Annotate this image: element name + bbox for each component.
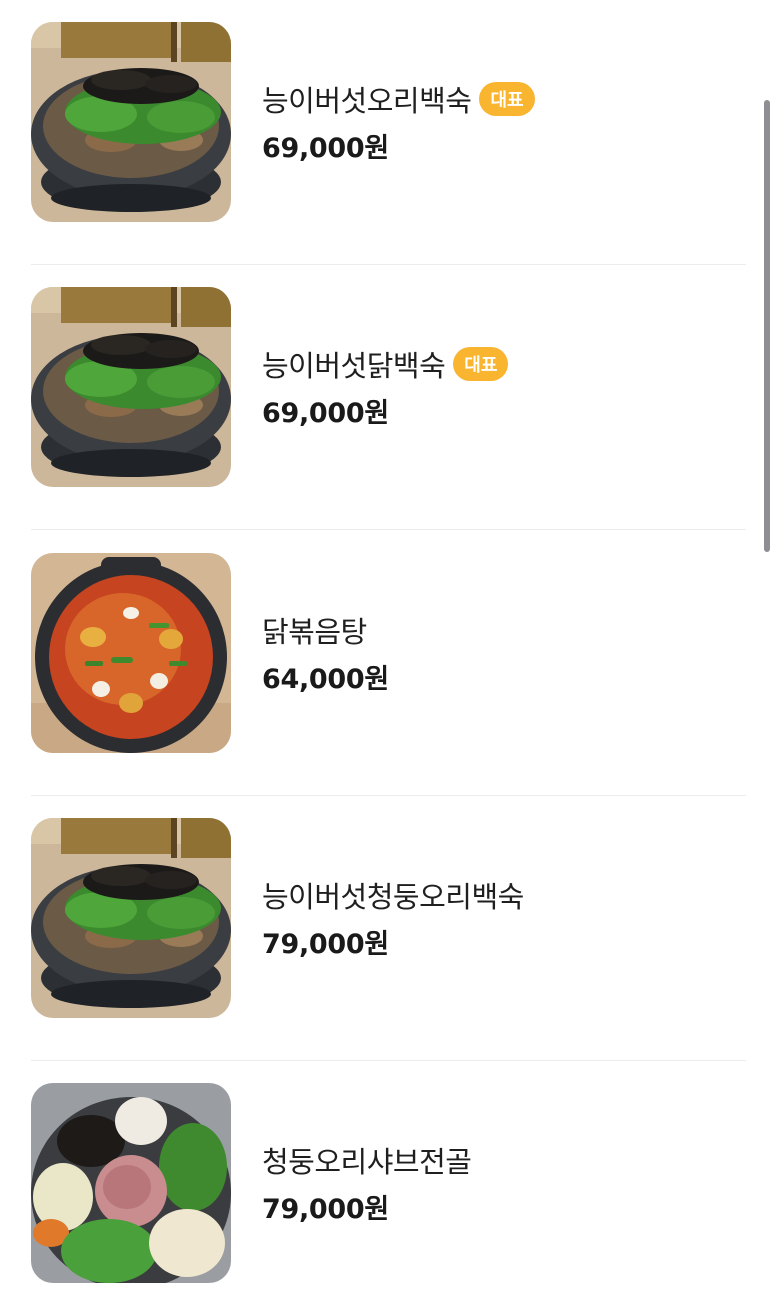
menu-list: 능이버섯오리백숙 대표 69,000원 능이버섯닭백숙 대표 69,000원 닭… xyxy=(0,0,773,1306)
menu-item-image xyxy=(31,1083,231,1283)
menu-item-name-row: 청둥오리샤브전골 xyxy=(262,1135,472,1185)
menu-item-name: 능이버섯청둥오리백숙 xyxy=(262,880,524,914)
signature-badge: 대표 xyxy=(479,82,535,116)
signature-badge: 대표 xyxy=(453,347,509,381)
scrollbar[interactable] xyxy=(764,100,770,552)
menu-item-name-row: 능이버섯닭백숙 대표 xyxy=(262,339,509,389)
menu-item-price: 79,000원 xyxy=(262,929,389,960)
menu-item[interactable]: 능이버섯오리백숙 대표 69,000원 xyxy=(31,0,746,265)
menu-item[interactable]: 닭볶음탕 64,000원 xyxy=(31,531,746,796)
menu-item-name: 능이버섯닭백숙 xyxy=(262,349,446,383)
menu-item-name-row: 능이버섯오리백숙 대표 xyxy=(262,74,535,124)
menu-item[interactable]: 청둥오리샤브전골 79,000원 xyxy=(31,1061,746,1306)
menu-item-price: 69,000원 xyxy=(262,133,389,164)
menu-item-price: 69,000원 xyxy=(262,398,389,429)
menu-item-info: 청둥오리샤브전골 79,000원 xyxy=(262,1135,472,1226)
menu-item-name: 청둥오리샤브전골 xyxy=(262,1145,472,1179)
menu-item-name-row: 닭볶음탕 xyxy=(262,605,389,655)
menu-item-price: 79,000원 xyxy=(262,1194,389,1225)
menu-item[interactable]: 능이버섯청둥오리백숙 79,000원 xyxy=(31,796,746,1061)
menu-item-image xyxy=(31,553,231,753)
menu-item[interactable]: 능이버섯닭백숙 대표 69,000원 xyxy=(31,265,746,530)
menu-item-image xyxy=(31,22,231,222)
menu-item-info: 능이버섯오리백숙 대표 69,000원 xyxy=(262,74,535,165)
menu-item-image xyxy=(31,287,231,487)
menu-item-info: 닭볶음탕 64,000원 xyxy=(262,605,389,696)
menu-item-name: 능이버섯오리백숙 xyxy=(262,84,472,118)
menu-item-price: 64,000원 xyxy=(262,664,389,695)
menu-item-info: 능이버섯닭백숙 대표 69,000원 xyxy=(262,339,509,430)
menu-item-name: 닭볶음탕 xyxy=(262,615,367,649)
item-divider xyxy=(31,529,746,530)
menu-item-image xyxy=(31,818,231,1018)
menu-item-info: 능이버섯청둥오리백숙 79,000원 xyxy=(262,870,524,961)
menu-item-name-row: 능이버섯청둥오리백숙 xyxy=(262,870,524,920)
